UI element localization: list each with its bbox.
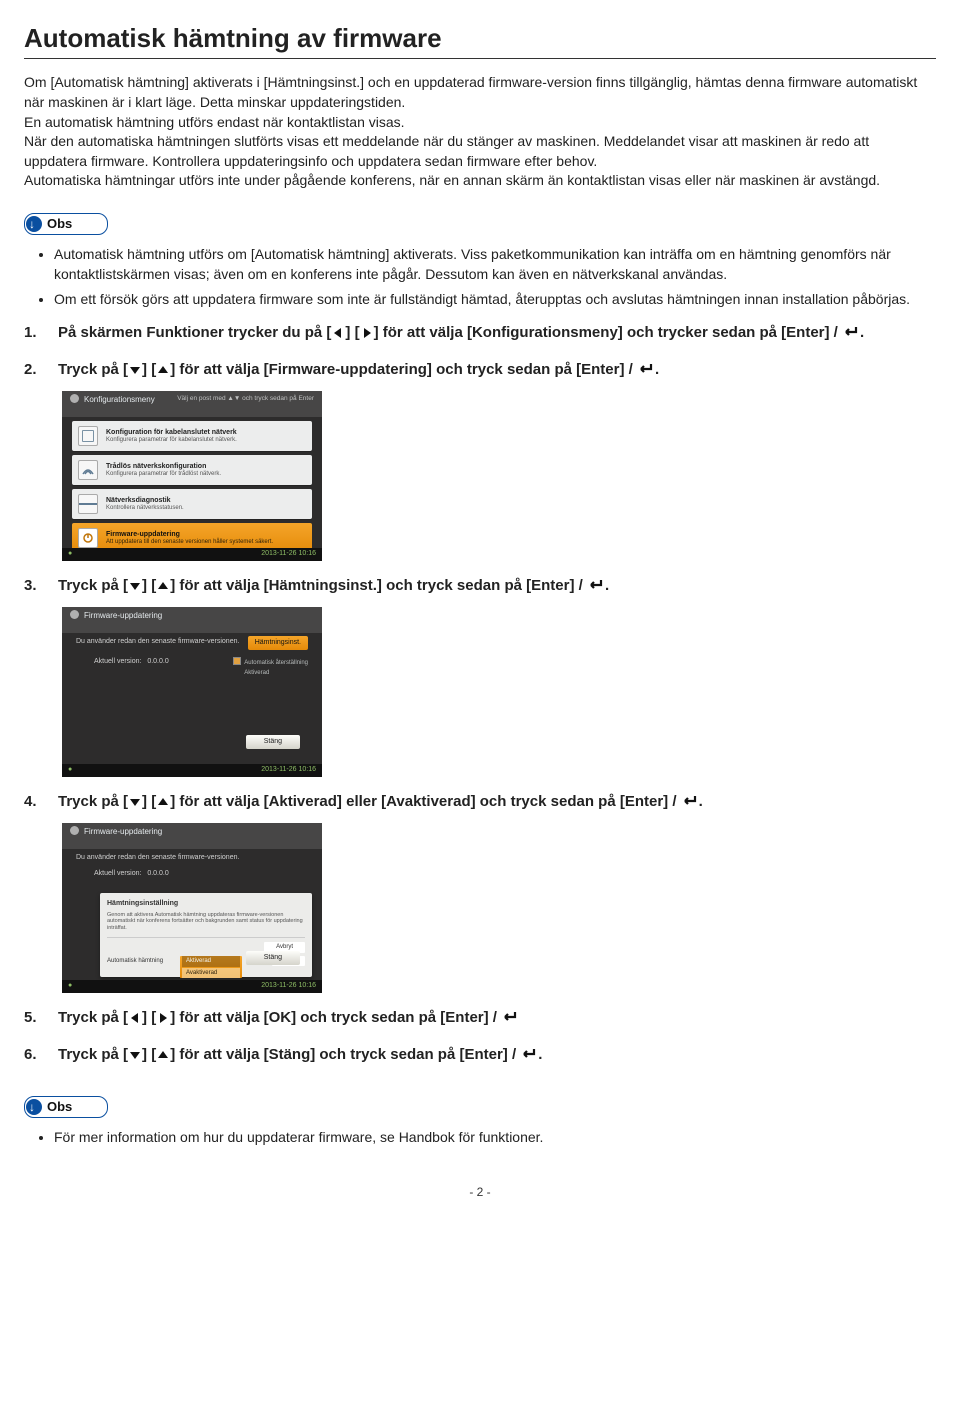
screenshot-config-menu: Konfigurationsmeny Välj en post med ▲▼ o… <box>62 391 322 561</box>
nav-up-icon <box>157 1049 169 1061</box>
list-item: Om ett försök görs att uppdatera firmwar… <box>54 290 936 310</box>
shot-title: Firmware-uppdatering <box>84 611 162 620</box>
shot-title: Firmware-uppdatering <box>84 827 162 836</box>
enter-icon <box>842 324 860 346</box>
nav-right-icon <box>361 327 373 339</box>
list-item: Automatisk hämtning utförs om [Automatis… <box>54 245 936 284</box>
page-title: Automatisk hämtning av firmware <box>24 20 936 59</box>
intro-paragraph: Om [Automatisk hämtning] aktiverats i [H… <box>24 73 936 191</box>
step-number: 4. <box>24 791 58 815</box>
gear-icon <box>70 610 79 619</box>
step-text: På skärmen Funktioner trycker du på [] [… <box>58 322 936 346</box>
shot-timestamp: 2013-11-26 10:16 <box>261 981 316 992</box>
step-3: 3. Tryck på [] [] för att välja [Hämtnin… <box>24 575 936 777</box>
step-5: 5. Tryck på [] [] för att välja [OK] och… <box>24 1007 936 1031</box>
nav-down-icon <box>129 364 141 376</box>
step-4: 4. Tryck på [] [] för att välja [Aktiver… <box>24 791 936 993</box>
step-text: Tryck på [] [] för att välja [Stäng] och… <box>58 1044 936 1068</box>
step-text: Tryck på [] [] för att välja [Hämtningsi… <box>58 575 936 599</box>
popup-desc: Genom att aktivera Automatisk hämtning u… <box>107 912 305 932</box>
obs-badge: Obs <box>24 1096 108 1118</box>
enter-icon <box>501 1009 519 1031</box>
steps-list: 1. På skärmen Funktioner trycker du på [… <box>24 322 936 1069</box>
down-arrow-icon <box>26 216 42 232</box>
step-text: Tryck på [] [] för att välja [Aktiverad]… <box>58 791 936 815</box>
step-2: 2. Tryck på [] [] för att välja [Firmwar… <box>24 359 936 561</box>
obs-label: Obs <box>47 215 72 233</box>
page-number: - 2 - <box>24 1184 936 1201</box>
enter-icon <box>520 1046 538 1068</box>
option-activated: Aktiverad <box>182 956 240 966</box>
obs-badge: Obs <box>24 213 108 235</box>
close-button: Stäng <box>246 951 300 965</box>
down-arrow-icon <box>26 1099 42 1115</box>
nav-up-icon <box>157 580 169 592</box>
list-item: För mer information om hur du uppdaterar… <box>54 1128 936 1148</box>
popup-title: Hämtningsinställning <box>107 899 305 909</box>
menu-row: NätverksdiagnostikKontrollera nätverksst… <box>72 489 312 519</box>
nav-down-icon <box>129 796 141 808</box>
version-value: 0.0.0.0 <box>147 658 168 665</box>
nav-left-icon <box>129 1012 141 1024</box>
menu-row: Trådlös nätverkskonfigurationKonfigurera… <box>72 455 312 485</box>
enter-icon <box>587 577 605 599</box>
obs-bullet-list-1: Automatisk hämtning utförs om [Automatis… <box>24 245 936 310</box>
step-1: 1. På skärmen Funktioner trycker du på [… <box>24 322 936 346</box>
step-number: 3. <box>24 575 58 599</box>
shot-timestamp: 2013-11-26 10:16 <box>261 765 316 776</box>
step-number: 2. <box>24 359 58 383</box>
auto-download-label: Automatisk hämtning <box>107 957 163 965</box>
nav-up-icon <box>157 364 169 376</box>
nav-left-icon <box>332 327 344 339</box>
version-label: Aktuell version: <box>94 658 141 665</box>
shot-hint: Välj en post med ▲▼ och tryck sedan på E… <box>177 394 314 414</box>
nav-up-icon <box>157 796 169 808</box>
shot-timestamp: 2013-11-26 10:16 <box>261 549 316 560</box>
gear-icon <box>70 826 79 835</box>
option-deactivated: Avaktiverad <box>182 968 240 978</box>
step-6: 6. Tryck på [] [] för att välja [Stäng] … <box>24 1044 936 1068</box>
step-number: 1. <box>24 322 58 346</box>
screenshot-firmware-update: Firmware-uppdatering Hämtningsinst. Auto… <box>62 607 322 777</box>
step-number: 5. <box>24 1007 58 1031</box>
menu-row: Konfiguration för kabelanslutet nätverkK… <box>72 421 312 451</box>
download-settings-button: Hämtningsinst. <box>248 636 308 650</box>
nav-down-icon <box>129 1049 141 1061</box>
shot-info: Du använder redan den senaste firmware-v… <box>76 853 312 863</box>
nav-down-icon <box>129 580 141 592</box>
obs-bullet-list-2: För mer information om hur du uppdaterar… <box>24 1128 936 1148</box>
nav-right-icon <box>157 1012 169 1024</box>
shot-title: Konfigurationsmeny <box>84 395 155 404</box>
step-text: Tryck på [] [] för att välja [OK] och tr… <box>58 1007 936 1031</box>
gear-icon <box>70 394 79 403</box>
obs-label: Obs <box>47 1098 72 1116</box>
screenshot-download-setting-popup: Firmware-uppdatering Du använder redan d… <box>62 823 322 993</box>
enter-icon <box>637 361 655 383</box>
step-text: Tryck på [] [] för att välja [Firmware-u… <box>58 359 936 383</box>
step-number: 6. <box>24 1044 58 1068</box>
enter-icon <box>681 793 699 815</box>
dropdown-auto-download: Aktiverad Avaktiverad <box>180 956 242 978</box>
close-button: Stäng <box>246 735 300 749</box>
